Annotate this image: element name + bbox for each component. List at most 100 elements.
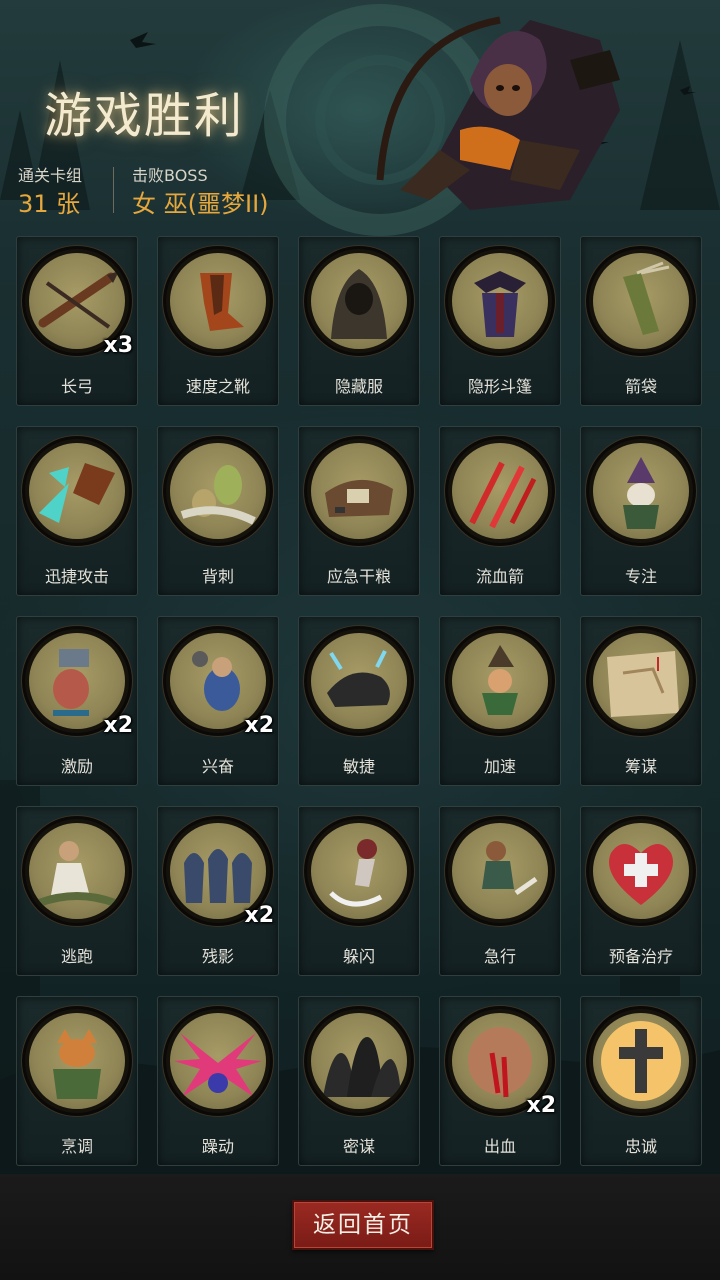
loyalty-cross-icon [593,1013,689,1109]
rations-icon [311,443,407,539]
card-label: 兴奋 [201,757,234,776]
card-label: 流血箭 [475,567,524,586]
card-medal [307,629,411,733]
card-label: 急行 [483,947,516,966]
back-home-button[interactable]: 返回首页 [292,1200,434,1250]
card-item[interactable]: 加速 [439,616,561,786]
focus-wizard-icon [593,443,689,539]
card-medal [25,819,129,923]
card-label: 烹调 [60,1137,93,1156]
card-medal [307,439,411,543]
escape-icon [29,823,125,919]
card-label: 密谋 [342,1137,375,1156]
card-medal [307,249,411,353]
card-count-badge: x3 [103,333,134,358]
deck-count: 31 张 [18,190,81,218]
card-label: 长弓 [60,377,93,396]
boss-name: 女 巫(噩梦II) [132,190,269,218]
card-count-badge: x2 [244,903,275,928]
card-item[interactable]: x3 长弓 [16,236,138,406]
deck-label: 通关卡组 [18,166,83,185]
card-label: 箭袋 [624,377,657,396]
card-medal [589,1009,693,1113]
card-medal [166,249,270,353]
boss-label: 击败BOSS [132,166,208,185]
card-item[interactable]: x2 兴奋 [157,616,279,786]
card-medal [25,439,129,543]
bleeding-arrow-icon [452,443,548,539]
card-medal [448,819,552,923]
card-medal [25,1009,129,1113]
card-count-badge: x2 [244,713,275,738]
card-item[interactable]: x2 残影 [157,806,279,976]
card-item[interactable]: 密谋 [298,996,420,1166]
card-item[interactable]: 筹谋 [580,616,702,786]
card-label: 忠诚 [624,1137,657,1156]
agile-panther-icon [311,633,407,729]
card-item[interactable]: 应急干粮 [298,426,420,596]
quiver-icon [593,253,689,349]
card-item[interactable]: 迅捷攻击 [16,426,138,596]
card-label: 躲闪 [342,947,375,966]
dodge-icon [311,823,407,919]
card-item[interactable]: 背刺 [157,426,279,596]
archer-hero-illustration [376,16,620,210]
cooking-fox-icon [29,1013,125,1109]
card-label: 隐藏服 [334,377,383,396]
card-label: 筹谋 [624,757,657,776]
card-item[interactable]: 速度之靴 [157,236,279,406]
card-label: 专注 [624,567,657,586]
card-label: 加速 [483,757,516,776]
card-medal [166,1009,270,1113]
card-label: 逃跑 [60,947,93,966]
card-item[interactable]: x2 出血 [439,996,561,1166]
page-title: 游戏胜利 [44,88,245,144]
plan-map-icon [593,633,689,729]
card-item[interactable]: 箭袋 [580,236,702,406]
card-item[interactable]: 专注 [580,426,702,596]
card-label: 应急干粮 [326,567,391,586]
card-item[interactable]: 预备治疗 [580,806,702,976]
card-label: 预备治疗 [608,947,673,966]
card-item[interactable]: 躁动 [157,996,279,1166]
card-label: 出血 [483,1137,516,1156]
card-label: 敏捷 [342,757,375,776]
hooded-cloak-icon [311,253,407,349]
card-item[interactable]: 隐藏服 [298,236,420,406]
card-medal [589,819,693,923]
card-medal [589,629,693,733]
haste-witch-icon [452,633,548,729]
swift-attack-icon [29,443,125,539]
card-label: 迅捷攻击 [44,567,109,586]
card-medal [166,439,270,543]
card-item[interactable]: 烹调 [16,996,138,1166]
card-label: 背刺 [201,567,234,586]
card-label: 速度之靴 [185,377,250,396]
card-item[interactable]: 急行 [439,806,561,976]
dash-icon [452,823,548,919]
card-item[interactable]: 躲闪 [298,806,420,976]
card-item[interactable]: 流血箭 [439,426,561,596]
card-count-badge: x2 [103,713,134,738]
heal-heart-icon [593,823,689,919]
invisibility-cape-icon [452,253,548,349]
card-count-badge: x2 [526,1093,557,1118]
card-item[interactable]: x2 激励 [16,616,138,786]
card-label: 躁动 [201,1137,234,1156]
speed-boots-icon [170,253,266,349]
card-label: 残影 [201,947,234,966]
card-medal [589,439,693,543]
card-item[interactable]: 逃跑 [16,806,138,976]
result-header: 游戏胜利 通关卡组 31 张 击败BOSS 女 巫(噩梦II) [0,0,720,225]
header-divider [113,167,114,213]
card-medal [589,249,693,353]
conspiracy-icon [311,1013,407,1109]
backstab-icon [170,443,266,539]
card-label: 激励 [60,757,93,776]
card-grid: x3 长弓 速度之靴 隐藏服 隐形斗篷 箭袋迅捷攻击 背刺 应急干粮 流血箭 专注 x2 激励 x2 兴奋… [16,236,704,1166]
card-item[interactable]: 敏捷 [298,616,420,786]
card-medal [307,819,411,923]
card-medal [448,629,552,733]
card-item[interactable]: 忠诚 [580,996,702,1166]
card-item[interactable]: 隐形斗篷 [439,236,561,406]
